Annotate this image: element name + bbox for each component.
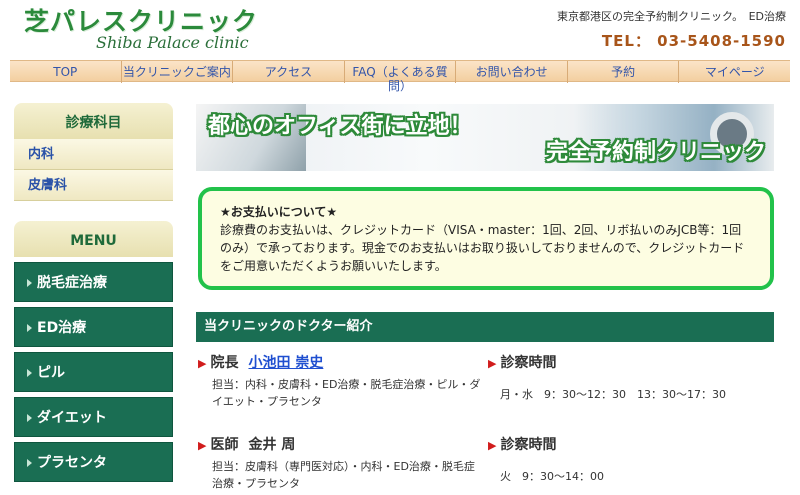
menu-heading: MENU (14, 221, 173, 257)
nav-top[interactable]: TOP (10, 61, 122, 83)
doctors-heading: 当クリニックのドクター紹介 (196, 312, 774, 342)
nav-reservation[interactable]: 予約 (568, 61, 680, 83)
doctor-hours-heading: ▶ 診察時間 (488, 434, 556, 454)
doctor-title: ▶ 医師 金井 周 (198, 434, 295, 454)
nav-faq-label-wrap: 問） (388, 79, 413, 93)
doctor-hours: 月・水 9：30〜12：30 13：30〜17：30 (500, 388, 726, 401)
phone-number: TEL： 03-5408-1590 (601, 32, 786, 50)
banner-headline: 都心のオフィス街に立地！ (208, 114, 472, 139)
payment-notice-body: 診療費のお支払いは、クレジットカード（VISA・master：1回、2回、リボ払… (220, 223, 745, 273)
triangle-right-icon: ▶ (198, 439, 207, 452)
main-nav: TOP 当クリニックご案内 アクセス FAQ（よくある質 問） お問い合わせ 予約… (10, 60, 790, 93)
menu-item-label: プラセンタ (37, 455, 107, 471)
triangle-right-icon (27, 279, 32, 287)
nav-mypage[interactable]: マイページ (679, 61, 790, 83)
doctor-title: ▶ 院長 小池田 崇史 (198, 352, 323, 372)
logo-english[interactable]: Shiba Palace clinic (96, 33, 249, 52)
menu-item-label: ピル (37, 365, 65, 381)
nav-contact[interactable]: お問い合わせ (456, 61, 568, 83)
triangle-right-icon: ▶ (198, 357, 207, 370)
nav-faq[interactable]: FAQ（よくある質 問） (345, 61, 457, 93)
dept-item-internal[interactable]: 内科 (14, 139, 173, 170)
nav-clinic-info-label: 当クリニックご案内 (122, 65, 231, 79)
banner-subheadline: 完全予約制クリニック (545, 140, 766, 165)
doctor-hours-heading: ▶ 診察時間 (488, 352, 556, 372)
doctor-specialties: 担当：皮膚科（専門医対応）・内科・ED治療・脱毛症治療・プラセンタ (212, 460, 475, 490)
doctor-hours-label: 診察時間 (500, 437, 557, 453)
menu-item-label: ED治療 (37, 320, 87, 336)
nav-clinic-info[interactable]: 当クリニックご案内 (122, 61, 234, 83)
doctor-role: 医師 (210, 437, 239, 453)
menu-item-diet[interactable]: ダイエット (14, 397, 173, 437)
menu-item-pill[interactable]: ピル (14, 352, 173, 392)
dept-item-dermatology[interactable]: 皮膚科 (14, 170, 173, 201)
nav-contact-label: お問い合わせ (475, 65, 548, 79)
sidebar: 診療科目 内科 皮膚科 MENU 脱毛症治療 ED治療 ピル ダイエット プラセ… (14, 103, 173, 482)
nav-mypage-label: マイページ (704, 65, 765, 79)
doctor-name-link[interactable]: 小池田 崇史 (248, 355, 323, 371)
site-header: 芝パレスクリニック Shiba Palace clinic 東京都港区の完全予約… (0, 0, 800, 58)
triangle-right-icon: ▶ (488, 439, 497, 452)
menu-item-hair-loss[interactable]: 脱毛症治療 (14, 262, 173, 302)
triangle-right-icon (27, 324, 32, 332)
nav-reservation-label: 予約 (611, 65, 636, 79)
doctor-specialties: 担当：内科・皮膚科・ED治療・脱毛症治療・ピル・ダイエット・プラセンタ (212, 378, 481, 408)
triangle-right-icon (27, 414, 32, 422)
hero-banner: 都心のオフィス街に立地！ 完全予約制クリニック (196, 104, 774, 171)
doctor-hours: 火 9：30〜14：00 (500, 470, 604, 483)
payment-notice: ★お支払いについて★ 診療費のお支払いは、クレジットカード（VISA・maste… (198, 187, 774, 290)
nav-access[interactable]: アクセス (233, 61, 345, 83)
tagline: 東京都港区の完全予約制クリニック。 ED治療 (556, 10, 786, 23)
doctor-name: 金井 周 (248, 437, 296, 453)
doctor-hours-label: 診察時間 (500, 355, 557, 371)
triangle-right-icon (27, 459, 32, 467)
menu-item-label: 脱毛症治療 (37, 275, 107, 291)
payment-notice-title: ★お支払いについて★ (220, 205, 338, 219)
triangle-right-icon (27, 369, 32, 377)
triangle-right-icon: ▶ (488, 357, 497, 370)
nav-top-label: TOP (53, 65, 78, 79)
doctor-role: 院長 (210, 355, 239, 371)
menu-item-label: ダイエット (37, 410, 107, 426)
menu-item-placenta[interactable]: プラセンタ (14, 442, 173, 482)
nav-access-label: アクセス (264, 65, 313, 79)
nav-faq-label: FAQ（よくある質 (352, 65, 448, 79)
dept-heading: 診療科目 (14, 103, 173, 139)
menu-item-ed[interactable]: ED治療 (14, 307, 173, 347)
